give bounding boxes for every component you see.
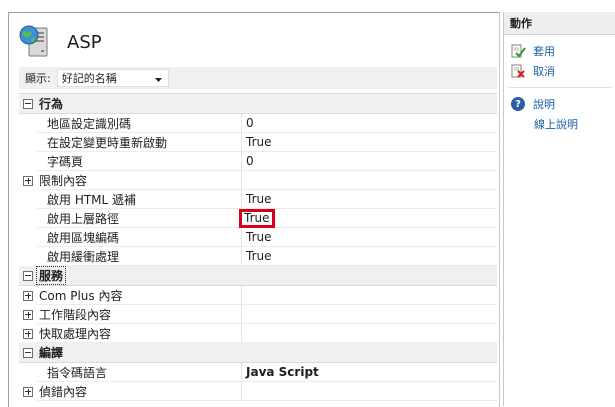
category-label: 編譯 (39, 346, 64, 360)
property-row-expandable[interactable]: 工作階段內容 (19, 305, 497, 324)
property-value[interactable]: True (242, 190, 497, 209)
display-label: 顯示: (25, 72, 51, 85)
page-title: ASP (67, 31, 102, 53)
property-row-expandable[interactable]: 快取處理內容 (19, 324, 497, 343)
property-row-expandable[interactable]: 偵錯內容 (19, 382, 497, 401)
property-name: Com Plus 內容 (39, 288, 123, 303)
cancel-icon (510, 63, 526, 79)
category-row-services[interactable]: 服務 (19, 266, 497, 286)
property-name: 啟用上層路徑 (47, 211, 120, 226)
property-value[interactable] (242, 382, 497, 401)
property-row[interactable]: 啟用區塊編碼 True (19, 228, 497, 247)
property-name: 地區設定識別碼 (47, 116, 132, 131)
property-value[interactable]: True (242, 228, 497, 247)
property-name: 指令碼語言 (47, 365, 108, 380)
property-value[interactable]: 0 (242, 114, 497, 133)
help-action[interactable]: ? 說明 (504, 94, 615, 114)
collapse-icon[interactable] (23, 270, 33, 281)
property-value[interactable] (242, 286, 497, 305)
property-row-highlighted[interactable]: 啟用上層路徑 True (19, 208, 497, 228)
property-row[interactable]: 啟用 HTML 遞補 True (19, 190, 497, 209)
property-grid: 行為 地區設定識別碼 0 在設定變更時重新啟動 True 字碼頁 0 限制內容 … (19, 93, 497, 401)
property-row-expandable[interactable]: 限制內容 (19, 171, 497, 190)
property-name: 在設定變更時重新啟動 (47, 135, 168, 150)
property-row[interactable]: 字碼頁 0 (19, 152, 497, 171)
category-label: 服務 (35, 266, 67, 285)
collapse-icon[interactable] (23, 347, 33, 358)
collapse-icon[interactable] (23, 98, 33, 109)
property-value[interactable]: 0 (242, 152, 497, 171)
category-row-compilation[interactable]: 編譯 (19, 343, 497, 363)
property-row[interactable]: 地區設定識別碼 0 (19, 114, 497, 133)
help-icon: ? (510, 96, 526, 112)
property-row-expandable[interactable]: Com Plus 內容 (19, 286, 497, 305)
expand-icon[interactable] (23, 386, 33, 397)
apply-action[interactable]: 套用 (504, 41, 615, 61)
display-mode-dropdown[interactable]: 好記的名稱 (56, 69, 169, 87)
apply-link[interactable]: 套用 (533, 43, 555, 59)
property-value[interactable] (242, 171, 497, 190)
property-name: 啟用緩衝處理 (47, 249, 120, 264)
main-panel: ASP 顯示: 好記的名稱 行為 地區設定識別碼 0 在設定變更時重新啟動 Tr… (8, 12, 500, 407)
property-value[interactable]: Java Script (242, 363, 497, 382)
expand-icon[interactable] (23, 290, 33, 301)
online-help-action[interactable]: 線上說明 (504, 114, 615, 134)
property-name: 啟用 HTML 遞補 (47, 192, 137, 207)
apply-icon (510, 43, 526, 59)
category-label: 行為 (39, 97, 64, 111)
property-name: 工作階段內容 (39, 307, 112, 322)
actions-divider (508, 87, 612, 88)
property-row[interactable]: 指令碼語言 Java Script (19, 363, 497, 382)
property-name: 偵錯內容 (39, 384, 88, 399)
cancel-link[interactable]: 取消 (533, 63, 555, 79)
highlighted-property-value[interactable]: True (239, 208, 275, 228)
display-filter-bar: 顯示: 好記的名稱 (19, 67, 497, 89)
property-row[interactable]: 啟用緩衝處理 True (19, 247, 497, 266)
dropdown-arrow-icon (154, 72, 162, 85)
property-value[interactable] (242, 305, 497, 324)
category-row-behavior[interactable]: 行為 (19, 94, 497, 114)
help-link[interactable]: 說明 (533, 96, 555, 112)
expand-icon[interactable] (23, 328, 33, 339)
property-name: 限制內容 (39, 173, 88, 188)
property-value[interactable] (242, 324, 497, 343)
actions-title: 動作 (504, 12, 615, 35)
online-help-link[interactable]: 線上說明 (534, 116, 578, 132)
expand-icon[interactable] (23, 175, 33, 186)
property-name: 快取處理內容 (39, 326, 112, 341)
property-name: 啟用區塊編碼 (47, 230, 120, 245)
expand-icon[interactable] (23, 309, 33, 320)
server-globe-icon (19, 24, 55, 61)
actions-pane: 動作 套用 取消 ? 說明 線上說明 (503, 12, 615, 406)
property-name: 字碼頁 (47, 154, 84, 169)
page-header: ASP (19, 25, 102, 59)
display-mode-value: 好記的名稱 (61, 72, 117, 85)
property-row[interactable]: 在設定變更時重新啟動 True (19, 133, 497, 152)
cancel-action[interactable]: 取消 (504, 61, 615, 81)
property-value[interactable]: True (242, 247, 497, 266)
property-value[interactable]: True (242, 133, 497, 152)
